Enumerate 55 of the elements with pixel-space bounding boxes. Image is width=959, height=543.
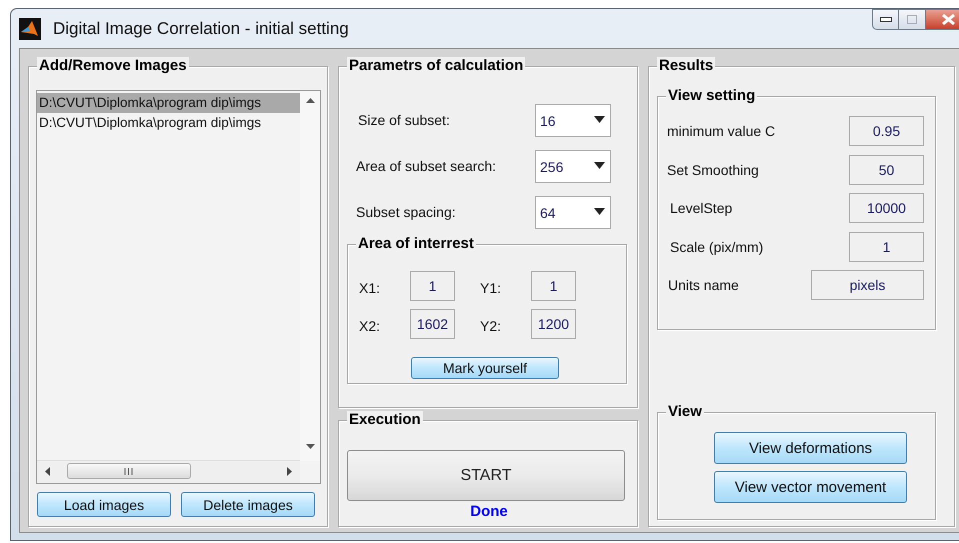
scroll-left-icon[interactable] [45, 467, 50, 476]
scroll-thumb[interactable] [67, 463, 191, 479]
field-label: Set Smoothing [667, 162, 759, 178]
dropdown[interactable]: 256 [535, 150, 611, 183]
load-button[interactable]: Load images [37, 492, 171, 517]
field-label: minimum value C [667, 123, 776, 139]
field-label: Size of subset: [358, 112, 450, 128]
maximize-button[interactable] [899, 9, 926, 30]
file-list[interactable]: D:\CVUT\Diplomka\program dip\imgs D:\CVUT\Diplomka\program dip\imgs [36, 90, 321, 484]
grip-icon [124, 468, 133, 475]
scroll-down-icon[interactable] [306, 444, 315, 449]
panel-title: Add/Remove Images [37, 57, 189, 75]
dropdown[interactable]: 16 [535, 104, 611, 137]
field-label: LevelStep [670, 200, 732, 216]
text-field[interactable]: 50 [849, 154, 924, 184]
window-title: Digital Image Correlation - initial setting [53, 18, 349, 38]
list-item[interactable]: D:\CVUT\Diplomka\program dip\imgs [37, 113, 300, 133]
scroll-right-icon[interactable] [287, 467, 292, 476]
field-label: Y2: [480, 318, 502, 334]
field-label: Area of subset search: [356, 158, 496, 174]
field-label: Subset spacing: [356, 204, 456, 220]
view-button[interactable]: View deformations [714, 432, 907, 464]
close-button[interactable] [926, 9, 959, 30]
text-field[interactable]: 1 [531, 271, 576, 301]
caret-icon [594, 208, 605, 215]
minimize-button[interactable] [872, 9, 899, 30]
list-item[interactable]: D:\CVUT\Diplomka\program dip\imgs [37, 93, 300, 113]
field-label: X1: [359, 280, 380, 296]
field-label: X2: [359, 318, 380, 334]
mark-button[interactable]: Mark yourself [411, 357, 559, 379]
view-button[interactable]: View vector movement [714, 471, 907, 503]
status-text: Done [469, 503, 509, 520]
caret-icon [594, 162, 605, 169]
horizontal-scrollbar[interactable] [37, 460, 300, 483]
app-logo-icon [19, 18, 41, 40]
close-icon [942, 14, 954, 25]
text-field[interactable]: 1602 [410, 309, 455, 339]
maximize-icon [907, 15, 917, 24]
panel-title: View setting [666, 87, 758, 105]
field-label: Scale (pix/mm) [670, 238, 764, 254]
start-button[interactable]: START [347, 450, 625, 501]
field-label: Y1: [480, 280, 502, 296]
delete-button[interactable]: Delete images [181, 492, 315, 517]
text-field[interactable]: 1 [410, 271, 455, 301]
text-field[interactable]: 1200 [531, 309, 576, 339]
text-field[interactable]: 1 [849, 232, 924, 262]
minimize-icon [880, 17, 892, 22]
text-field[interactable]: pixels [811, 270, 924, 300]
vertical-scrollbar[interactable] [300, 91, 320, 461]
scroll-up-icon[interactable] [306, 98, 315, 103]
text-field[interactable]: 10000 [849, 193, 924, 223]
caret-icon [594, 116, 605, 123]
dropdown[interactable]: 64 [535, 196, 611, 229]
field-label: Units name [668, 277, 739, 293]
text-field[interactable]: 0.95 [849, 116, 924, 146]
